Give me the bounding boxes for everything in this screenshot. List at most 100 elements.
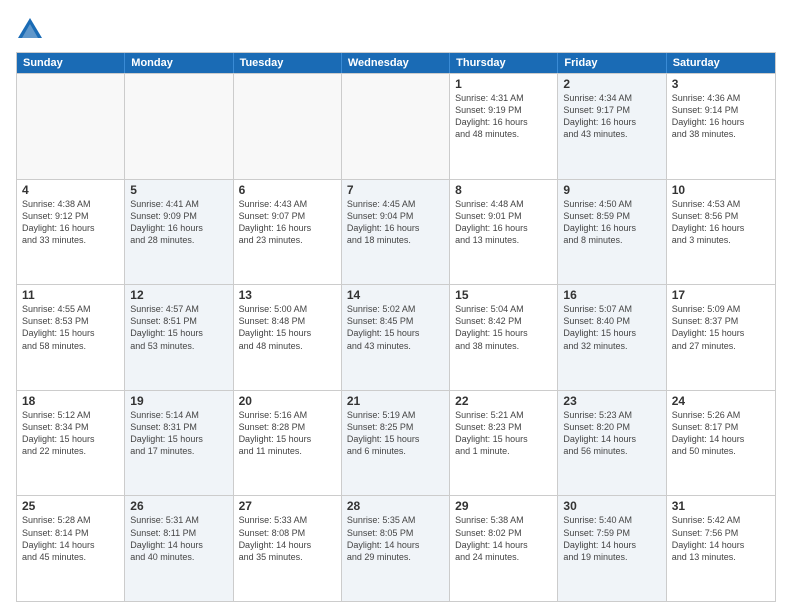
day-info: Sunrise: 4:34 AM Sunset: 9:17 PM Dayligh…: [563, 92, 660, 141]
day-number: 17: [672, 288, 770, 302]
day-info: Sunrise: 5:07 AM Sunset: 8:40 PM Dayligh…: [563, 303, 660, 352]
day-info: Sunrise: 4:48 AM Sunset: 9:01 PM Dayligh…: [455, 198, 552, 247]
day-info: Sunrise: 4:41 AM Sunset: 9:09 PM Dayligh…: [130, 198, 227, 247]
day-info: Sunrise: 5:04 AM Sunset: 8:42 PM Dayligh…: [455, 303, 552, 352]
calendar-cell: 25Sunrise: 5:28 AM Sunset: 8:14 PM Dayli…: [17, 496, 125, 601]
day-number: 21: [347, 394, 444, 408]
day-number: 7: [347, 183, 444, 197]
calendar-cell: 9Sunrise: 4:50 AM Sunset: 8:59 PM Daylig…: [558, 180, 666, 285]
day-number: 24: [672, 394, 770, 408]
calendar-row-2: 4Sunrise: 4:38 AM Sunset: 9:12 PM Daylig…: [17, 179, 775, 285]
calendar-cell: [17, 74, 125, 179]
logo: [16, 16, 48, 44]
calendar-cell: 24Sunrise: 5:26 AM Sunset: 8:17 PM Dayli…: [667, 391, 775, 496]
day-info: Sunrise: 5:19 AM Sunset: 8:25 PM Dayligh…: [347, 409, 444, 458]
day-number: 5: [130, 183, 227, 197]
day-info: Sunrise: 4:31 AM Sunset: 9:19 PM Dayligh…: [455, 92, 552, 141]
day-info: Sunrise: 4:43 AM Sunset: 9:07 PM Dayligh…: [239, 198, 336, 247]
calendar-cell: 11Sunrise: 4:55 AM Sunset: 8:53 PM Dayli…: [17, 285, 125, 390]
calendar-cell: [342, 74, 450, 179]
day-number: 27: [239, 499, 336, 513]
day-number: 2: [563, 77, 660, 91]
weekday-header-tuesday: Tuesday: [234, 53, 342, 73]
calendar-cell: 26Sunrise: 5:31 AM Sunset: 8:11 PM Dayli…: [125, 496, 233, 601]
weekday-header-saturday: Saturday: [667, 53, 775, 73]
calendar-cell: 23Sunrise: 5:23 AM Sunset: 8:20 PM Dayli…: [558, 391, 666, 496]
day-number: 18: [22, 394, 119, 408]
calendar-cell: 12Sunrise: 4:57 AM Sunset: 8:51 PM Dayli…: [125, 285, 233, 390]
day-info: Sunrise: 4:50 AM Sunset: 8:59 PM Dayligh…: [563, 198, 660, 247]
day-info: Sunrise: 4:57 AM Sunset: 8:51 PM Dayligh…: [130, 303, 227, 352]
day-number: 6: [239, 183, 336, 197]
day-number: 12: [130, 288, 227, 302]
calendar-cell: 1Sunrise: 4:31 AM Sunset: 9:19 PM Daylig…: [450, 74, 558, 179]
day-number: 16: [563, 288, 660, 302]
day-info: Sunrise: 5:23 AM Sunset: 8:20 PM Dayligh…: [563, 409, 660, 458]
calendar-cell: 21Sunrise: 5:19 AM Sunset: 8:25 PM Dayli…: [342, 391, 450, 496]
day-info: Sunrise: 5:26 AM Sunset: 8:17 PM Dayligh…: [672, 409, 770, 458]
calendar-cell: 19Sunrise: 5:14 AM Sunset: 8:31 PM Dayli…: [125, 391, 233, 496]
calendar-cell: 10Sunrise: 4:53 AM Sunset: 8:56 PM Dayli…: [667, 180, 775, 285]
day-number: 31: [672, 499, 770, 513]
day-info: Sunrise: 4:53 AM Sunset: 8:56 PM Dayligh…: [672, 198, 770, 247]
day-info: Sunrise: 5:40 AM Sunset: 7:59 PM Dayligh…: [563, 514, 660, 563]
calendar-cell: 6Sunrise: 4:43 AM Sunset: 9:07 PM Daylig…: [234, 180, 342, 285]
day-number: 30: [563, 499, 660, 513]
day-number: 25: [22, 499, 119, 513]
calendar-cell: 14Sunrise: 5:02 AM Sunset: 8:45 PM Dayli…: [342, 285, 450, 390]
weekday-header-friday: Friday: [558, 53, 666, 73]
calendar-row-3: 11Sunrise: 4:55 AM Sunset: 8:53 PM Dayli…: [17, 284, 775, 390]
calendar-cell: 15Sunrise: 5:04 AM Sunset: 8:42 PM Dayli…: [450, 285, 558, 390]
weekday-header-sunday: Sunday: [17, 53, 125, 73]
calendar-row-1: 1Sunrise: 4:31 AM Sunset: 9:19 PM Daylig…: [17, 73, 775, 179]
day-number: 19: [130, 394, 227, 408]
day-number: 23: [563, 394, 660, 408]
calendar-cell: 2Sunrise: 4:34 AM Sunset: 9:17 PM Daylig…: [558, 74, 666, 179]
day-number: 1: [455, 77, 552, 91]
day-number: 3: [672, 77, 770, 91]
day-info: Sunrise: 5:09 AM Sunset: 8:37 PM Dayligh…: [672, 303, 770, 352]
day-info: Sunrise: 5:35 AM Sunset: 8:05 PM Dayligh…: [347, 514, 444, 563]
calendar-cell: 22Sunrise: 5:21 AM Sunset: 8:23 PM Dayli…: [450, 391, 558, 496]
day-number: 26: [130, 499, 227, 513]
calendar-cell: 7Sunrise: 4:45 AM Sunset: 9:04 PM Daylig…: [342, 180, 450, 285]
calendar-cell: 17Sunrise: 5:09 AM Sunset: 8:37 PM Dayli…: [667, 285, 775, 390]
day-number: 13: [239, 288, 336, 302]
day-number: 4: [22, 183, 119, 197]
weekday-header-thursday: Thursday: [450, 53, 558, 73]
day-number: 14: [347, 288, 444, 302]
calendar-row-4: 18Sunrise: 5:12 AM Sunset: 8:34 PM Dayli…: [17, 390, 775, 496]
calendar-cell: 18Sunrise: 5:12 AM Sunset: 8:34 PM Dayli…: [17, 391, 125, 496]
calendar-cell: 5Sunrise: 4:41 AM Sunset: 9:09 PM Daylig…: [125, 180, 233, 285]
calendar-header: SundayMondayTuesdayWednesdayThursdayFrid…: [17, 53, 775, 73]
day-info: Sunrise: 5:33 AM Sunset: 8:08 PM Dayligh…: [239, 514, 336, 563]
calendar-cell: 4Sunrise: 4:38 AM Sunset: 9:12 PM Daylig…: [17, 180, 125, 285]
day-info: Sunrise: 5:21 AM Sunset: 8:23 PM Dayligh…: [455, 409, 552, 458]
day-info: Sunrise: 5:42 AM Sunset: 7:56 PM Dayligh…: [672, 514, 770, 563]
day-info: Sunrise: 5:12 AM Sunset: 8:34 PM Dayligh…: [22, 409, 119, 458]
day-info: Sunrise: 4:38 AM Sunset: 9:12 PM Dayligh…: [22, 198, 119, 247]
calendar-cell: 8Sunrise: 4:48 AM Sunset: 9:01 PM Daylig…: [450, 180, 558, 285]
calendar-cell: 3Sunrise: 4:36 AM Sunset: 9:14 PM Daylig…: [667, 74, 775, 179]
day-info: Sunrise: 5:38 AM Sunset: 8:02 PM Dayligh…: [455, 514, 552, 563]
calendar-cell: 31Sunrise: 5:42 AM Sunset: 7:56 PM Dayli…: [667, 496, 775, 601]
day-info: Sunrise: 5:31 AM Sunset: 8:11 PM Dayligh…: [130, 514, 227, 563]
calendar-cell: 16Sunrise: 5:07 AM Sunset: 8:40 PM Dayli…: [558, 285, 666, 390]
day-number: 15: [455, 288, 552, 302]
calendar-cell: [125, 74, 233, 179]
header: [16, 12, 776, 44]
day-number: 20: [239, 394, 336, 408]
day-info: Sunrise: 5:00 AM Sunset: 8:48 PM Dayligh…: [239, 303, 336, 352]
day-info: Sunrise: 4:55 AM Sunset: 8:53 PM Dayligh…: [22, 303, 119, 352]
calendar-body: 1Sunrise: 4:31 AM Sunset: 9:19 PM Daylig…: [17, 73, 775, 601]
logo-icon: [16, 16, 44, 44]
calendar-cell: 28Sunrise: 5:35 AM Sunset: 8:05 PM Dayli…: [342, 496, 450, 601]
day-info: Sunrise: 5:14 AM Sunset: 8:31 PM Dayligh…: [130, 409, 227, 458]
calendar: SundayMondayTuesdayWednesdayThursdayFrid…: [16, 52, 776, 602]
day-number: 10: [672, 183, 770, 197]
calendar-cell: [234, 74, 342, 179]
calendar-cell: 30Sunrise: 5:40 AM Sunset: 7:59 PM Dayli…: [558, 496, 666, 601]
day-number: 8: [455, 183, 552, 197]
day-info: Sunrise: 5:28 AM Sunset: 8:14 PM Dayligh…: [22, 514, 119, 563]
calendar-cell: 29Sunrise: 5:38 AM Sunset: 8:02 PM Dayli…: [450, 496, 558, 601]
